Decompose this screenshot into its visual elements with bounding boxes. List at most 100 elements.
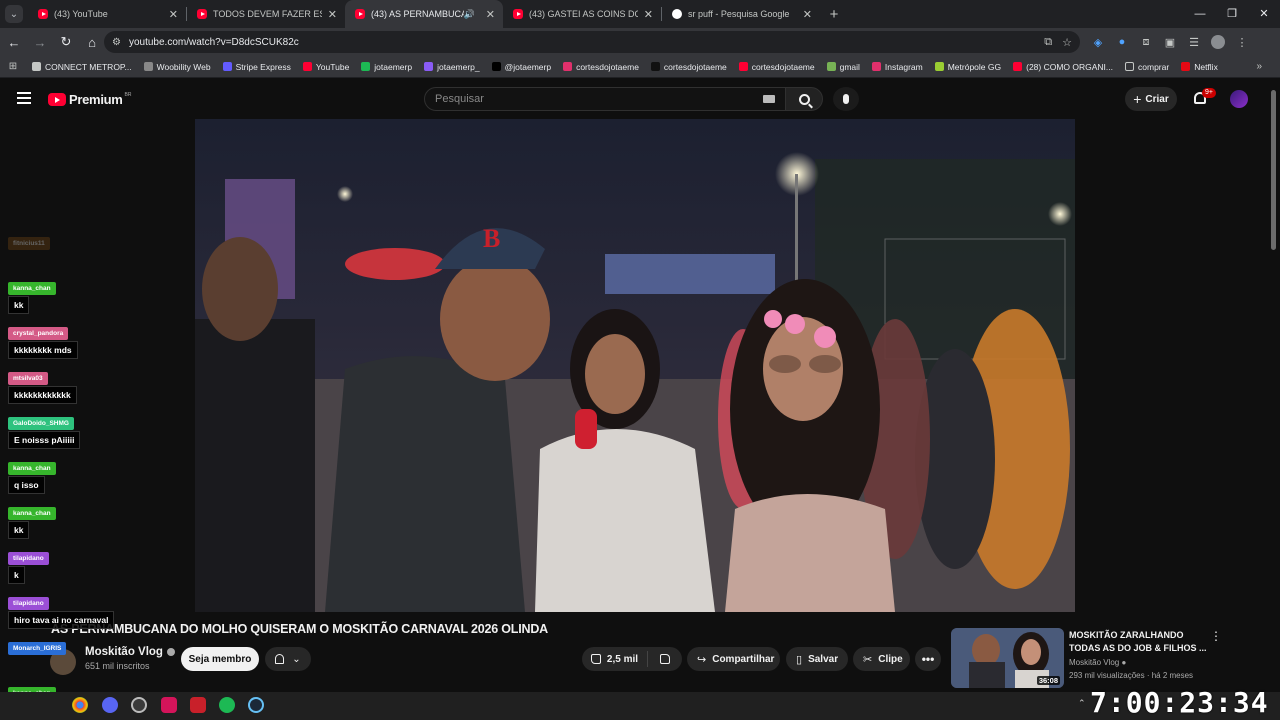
spotify-icon[interactable] bbox=[219, 697, 235, 713]
app-icon[interactable] bbox=[190, 697, 206, 713]
bookmark-item[interactable]: jotaemerp_ bbox=[418, 62, 486, 72]
create-label: Criar bbox=[1145, 93, 1169, 105]
browser-tab[interactable]: sr puff - Pesquisa Google ✕ bbox=[662, 0, 820, 28]
site-info-icon[interactable]: ⚙ bbox=[112, 37, 121, 48]
create-button[interactable]: + Criar bbox=[1125, 87, 1177, 111]
video-frame: B bbox=[195, 119, 1075, 612]
bookmark-item[interactable]: Metrópole GG bbox=[929, 62, 1007, 72]
close-window-icon[interactable]: ✕ bbox=[1248, 0, 1280, 28]
puzzle-icon[interactable]: ⧈ bbox=[1134, 36, 1158, 49]
bookmark-item[interactable]: cortesdojotaeme bbox=[645, 62, 733, 72]
app-icon[interactable] bbox=[161, 697, 177, 713]
bookmark-item[interactable]: comprar bbox=[1119, 62, 1175, 72]
chat-message: crystal_pandora kkkkkkkk mds bbox=[8, 322, 78, 359]
more-bookmarks-icon[interactable]: » bbox=[1256, 61, 1262, 72]
tab-search-button[interactable]: ⌄ bbox=[0, 0, 28, 28]
apps-grid-icon[interactable]: ⊞ bbox=[0, 61, 26, 72]
voice-search-button[interactable] bbox=[833, 87, 859, 111]
close-icon[interactable]: ✕ bbox=[803, 8, 812, 21]
recommended-video-thumbnail[interactable]: 36:08 bbox=[951, 628, 1064, 688]
subscriber-count: 651 mil inscritos bbox=[85, 661, 150, 671]
bookmark-item[interactable]: CONNECT METROP... bbox=[26, 62, 138, 72]
chat-username: tilapidano bbox=[8, 597, 49, 610]
search-icon bbox=[798, 93, 810, 105]
video-player[interactable]: B bbox=[195, 119, 1075, 612]
browser-tab-active[interactable]: (43) AS PERNAMBUCANA D 🔊 ✕ bbox=[345, 0, 503, 28]
channel-name-text[interactable]: Moskitão Vlog bbox=[85, 646, 163, 658]
dislike-button[interactable] bbox=[648, 654, 682, 664]
extension-icon[interactable]: ◈ bbox=[1086, 36, 1110, 49]
close-icon[interactable]: ✕ bbox=[644, 8, 653, 21]
bookmark-item[interactable]: (28) COMO ORGANI... bbox=[1007, 62, 1119, 72]
speaker-icon[interactable]: 🔊 bbox=[464, 9, 475, 20]
bookmark-item[interactable]: cortesdojotaeme bbox=[733, 62, 821, 72]
back-icon[interactable]: ← bbox=[2, 35, 26, 50]
chat-text: kk bbox=[8, 296, 30, 314]
more-horizontal-icon: ••• bbox=[921, 652, 935, 666]
keyboard-icon[interactable] bbox=[763, 95, 775, 103]
minimize-icon[interactable]: — bbox=[1184, 0, 1216, 28]
save-button[interactable]: ▯ Salvar bbox=[786, 647, 848, 671]
bookmark-item[interactable]: YouTube bbox=[297, 62, 355, 72]
extension-icon[interactable]: ● bbox=[1110, 36, 1134, 48]
search-input[interactable]: Pesquisar bbox=[424, 87, 786, 111]
url-text[interactable]: youtube.com/watch?v=D8dcSCUK82c bbox=[129, 37, 1034, 48]
recommended-video-title[interactable]: MOSKITÃO ZARALHANDO TODAS AS DO JOB & FI… bbox=[1069, 629, 1209, 655]
bookmark-star-icon[interactable]: ☆ bbox=[1062, 36, 1072, 49]
chat-message: mtsilva03 kkkkkkkkkkkk bbox=[8, 367, 77, 404]
search-button[interactable] bbox=[785, 87, 823, 111]
close-icon[interactable]: ✕ bbox=[486, 8, 495, 21]
install-app-icon[interactable]: ⧉ bbox=[1044, 36, 1052, 49]
address-bar[interactable]: ⚙ youtube.com/watch?v=D8dcSCUK82c ⧉ ☆ bbox=[104, 31, 1080, 53]
kebab-menu-icon[interactable]: ⋮ bbox=[1230, 36, 1254, 49]
clip-button[interactable]: ✂ Clipe bbox=[853, 647, 910, 671]
like-button[interactable]: 2,5 mil bbox=[582, 651, 648, 667]
bookmark-item[interactable]: Netflix bbox=[1175, 62, 1224, 72]
kebab-menu-icon[interactable]: ⋮ bbox=[1210, 629, 1222, 643]
chat-username: crystal_pandora bbox=[8, 327, 69, 340]
youtube-logo[interactable]: Premium BR bbox=[48, 92, 131, 107]
discord-icon[interactable] bbox=[102, 697, 118, 713]
tab-search-icon[interactable]: ▣ bbox=[1158, 36, 1182, 49]
side-panel-icon[interactable]: ☰ bbox=[1182, 36, 1206, 49]
bookmark-item[interactable]: cortesdojotaeme bbox=[557, 62, 645, 72]
restore-icon[interactable]: ❐ bbox=[1216, 0, 1248, 28]
join-member-button[interactable]: Seja membro bbox=[181, 647, 259, 671]
video-duration: 36:08 bbox=[1036, 676, 1060, 685]
forward-icon[interactable]: → bbox=[28, 35, 52, 50]
new-tab-button[interactable]: + bbox=[820, 6, 848, 23]
bookmark-label: Stripe Express bbox=[235, 61, 291, 72]
account-avatar[interactable] bbox=[1230, 90, 1248, 108]
recommended-channel[interactable]: Moskitão Vlog ● bbox=[1069, 658, 1126, 667]
bookmark-label: jotaemerp bbox=[374, 61, 413, 72]
bookmark-item[interactable]: @jotaemerp bbox=[486, 62, 557, 72]
subscription-notifications-button[interactable]: ⌄ bbox=[265, 647, 311, 671]
reload-icon[interactable]: ↻ bbox=[54, 34, 78, 50]
system-tray-chevron-icon[interactable]: ⌃ bbox=[1078, 698, 1086, 709]
more-actions-button[interactable]: ••• bbox=[915, 647, 941, 671]
share-button[interactable]: ↪ Compartilhar bbox=[687, 647, 780, 671]
bookmark-icon: ▯ bbox=[796, 653, 803, 666]
hamburger-menu-icon[interactable] bbox=[17, 92, 31, 104]
page-scrollbar[interactable] bbox=[1271, 90, 1276, 250]
steam-icon[interactable] bbox=[248, 697, 264, 713]
settings-icon[interactable] bbox=[131, 697, 147, 713]
browser-tab[interactable]: (43) YouTube ✕ bbox=[28, 0, 186, 28]
bookmark-item[interactable]: Instagram bbox=[866, 62, 929, 72]
home-icon[interactable]: ⌂ bbox=[80, 35, 104, 50]
profile-avatar[interactable] bbox=[1206, 35, 1230, 49]
chrome-icon[interactable] bbox=[72, 697, 88, 713]
bookmark-item[interactable]: gmail bbox=[821, 62, 866, 72]
recommended-channel-text[interactable]: Moskitão Vlog bbox=[1069, 658, 1119, 667]
channel-name[interactable]: Moskitão Vlog bbox=[85, 646, 175, 658]
tab-title: sr puff - Pesquisa Google bbox=[688, 9, 790, 19]
browser-tab[interactable]: (43) GASTEI AS COINS DO BAN ✕ bbox=[503, 0, 661, 28]
bookmark-item[interactable]: Woobility Web bbox=[138, 62, 217, 72]
plus-icon: + bbox=[1133, 91, 1142, 107]
browser-tab[interactable]: TODOS DEVEM FAZER ESSE ✕ bbox=[187, 0, 345, 28]
bookmark-item[interactable]: jotaemerp bbox=[355, 62, 418, 72]
bookmark-item[interactable]: Stripe Express bbox=[217, 62, 297, 72]
close-icon[interactable]: ✕ bbox=[169, 8, 178, 21]
close-icon[interactable]: ✕ bbox=[328, 8, 337, 21]
share-label: Compartilhar bbox=[712, 653, 775, 665]
